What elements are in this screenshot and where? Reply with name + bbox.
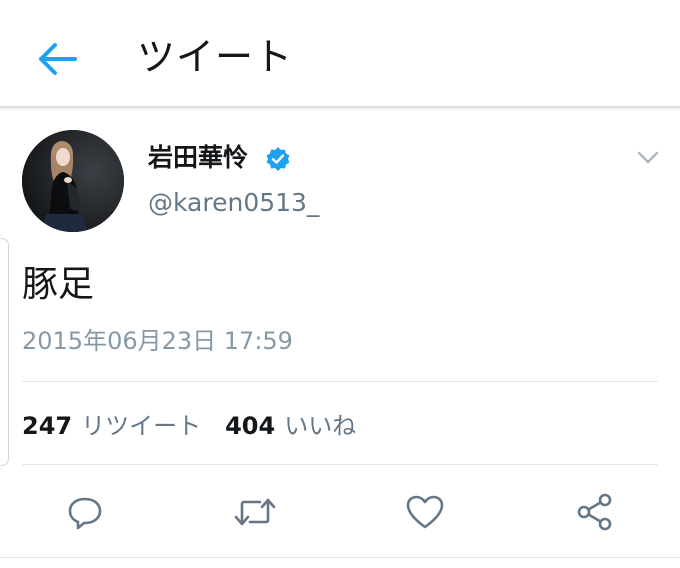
edge-overlay (0, 238, 9, 466)
page-title: ツイート (137, 35, 294, 79)
tweet-detail-screen: ツイート 岩田華怜 @karen0513_ 豚足 2015年06月23日 17:… (0, 0, 680, 568)
divider (0, 557, 680, 558)
reply-icon (68, 497, 102, 530)
author-name[interactable]: 岩田華怜 (148, 141, 248, 175)
like-button[interactable] (403, 490, 447, 534)
retweet-icon (234, 498, 276, 526)
verified-badge-icon (266, 147, 290, 171)
back-button[interactable] (30, 32, 84, 86)
tweet-timestamp: 2015年06月23日 17:59 (22, 327, 293, 355)
like-count[interactable]: 404 (225, 409, 275, 443)
avatar[interactable] (22, 130, 124, 232)
app-header: ツイート (0, 0, 680, 108)
chevron-down-icon (637, 151, 659, 164)
retweet-count[interactable]: 247 (22, 409, 72, 443)
tweet-stats: 247 リツイート 404 いいね (22, 408, 356, 444)
arrow-left-icon (39, 43, 77, 75)
more-options-button[interactable] (633, 146, 663, 170)
heart-icon (406, 495, 444, 529)
like-label[interactable]: いいね (284, 409, 356, 443)
share-button[interactable] (573, 490, 617, 534)
retweet-label[interactable]: リツイート (81, 409, 201, 443)
author-handle[interactable]: @karen0513_ (148, 186, 319, 220)
avatar-image (22, 130, 124, 232)
divider (22, 381, 658, 382)
retweet-button[interactable] (233, 490, 277, 534)
reply-button[interactable] (63, 490, 107, 534)
share-icon (577, 493, 612, 531)
tweet-text: 豚足 (22, 264, 95, 305)
divider (22, 464, 658, 465)
